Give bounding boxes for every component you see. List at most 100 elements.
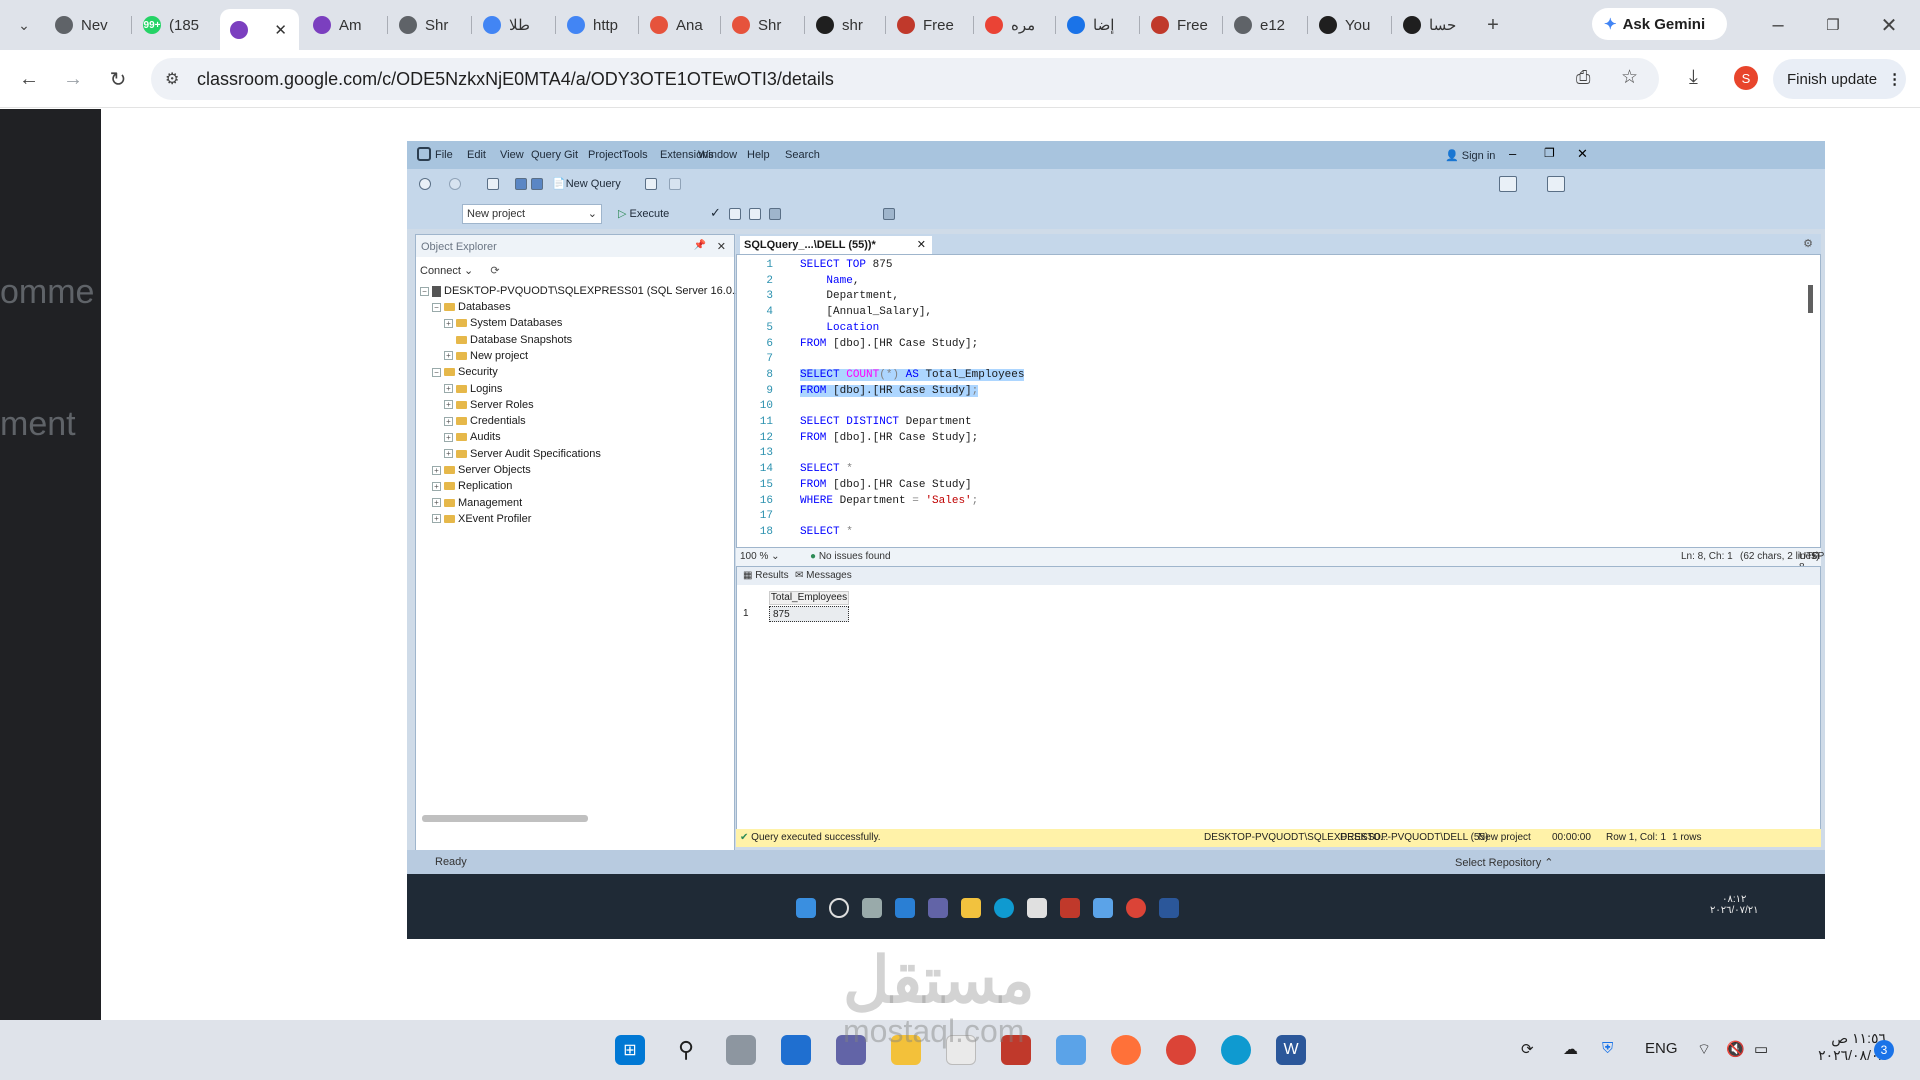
pin-icon[interactable]: 📌 [694,240,706,251]
tree-node[interactable]: Database Snapshots [444,334,572,346]
language-indicator[interactable]: ENG [1645,1040,1678,1057]
code-line[interactable]: FROM [dbo].[HR Case Study]; [800,432,978,444]
execute-button[interactable]: ▷ Execute [618,207,669,220]
shield-icon[interactable]: ⛨ [1602,1040,1613,1057]
minimize-button[interactable]: – [1763,10,1793,40]
back-button[interactable]: ← [14,64,44,94]
widgets-icon[interactable] [781,1035,811,1065]
oe-close-icon[interactable]: ✕ [717,240,726,253]
expand-toggle-icon[interactable]: + [444,400,453,410]
results-text-icon[interactable] [883,208,895,220]
sql-editor[interactable]: 1 SELECT TOP 875 2 Name, 3 Department, 4 [An… [736,254,1821,548]
parse-check-icon[interactable]: ✓ [710,205,721,221]
expand-toggle-icon[interactable]: + [444,416,453,426]
editor-vertical-scrollbar[interactable] [1808,285,1813,313]
new-tab-button[interactable]: + [1478,10,1508,40]
select-repository[interactable]: Select Repository ⌃ [1455,856,1554,869]
word-icon[interactable]: W [1276,1035,1306,1065]
tab-search-button[interactable]: ⌄ [9,10,39,40]
tree-node[interactable]: + Credentials [444,415,526,427]
ssms-screenshot[interactable]: File Edit View Query Git Project Tools Extensio… [407,141,1825,939]
server-node[interactable]: − DESKTOP-PVQUODT\SQLEXPRESS01 (SQL Serve… [420,285,753,297]
edge-icon[interactable] [1221,1035,1251,1065]
code-line[interactable]: SELECT DISTINCT Department [800,416,972,428]
menu-search[interactable]: Search [785,149,820,161]
toolbar-icon-b[interactable] [749,208,761,220]
browser-tab[interactable]: طلا [473,9,553,41]
expand-toggle-icon[interactable]: + [432,514,441,524]
browser-tab[interactable]: Shr [389,9,469,41]
tree-node[interactable]: − Security [432,366,498,378]
toolbar-icon-a[interactable] [729,208,741,220]
new-file-icon[interactable] [487,178,499,190]
tree-node[interactable]: + Replication [432,480,512,492]
browser-tab[interactable]: http [557,9,636,41]
tree-node[interactable]: + New project [444,350,528,362]
expand-toggle-icon[interactable]: + [432,481,441,491]
code-line[interactable]: Department, [800,290,899,302]
restore-button[interactable]: ❐ [1818,10,1848,40]
menu-help[interactable]: Help [747,149,770,161]
code-line[interactable]: [Annual_Salary], [800,306,932,318]
cloud-off-icon[interactable]: ☁ [1563,1040,1578,1058]
zoom-select[interactable]: 100 % ⌄ [740,551,780,562]
browser-tab[interactable]: Ana [640,9,718,41]
editor-settings-icon[interactable]: ⚙ [1803,237,1813,250]
save-all-icon[interactable] [531,178,543,190]
ssms-close-button[interactable]: ✕ [1577,146,1588,162]
db-select[interactable]: New project ⌄ [462,204,602,224]
ssms-minimize-button[interactable]: – [1509,146,1516,161]
new-query-button[interactable]: 📄New Query [552,177,621,190]
code-line[interactable]: WHERE Department = 'Sales'; [800,495,978,507]
code-line[interactable]: FROM [dbo].[HR Case Study]; [800,384,979,397]
expand-toggle-icon[interactable]: + [432,498,441,508]
column-header[interactable]: Total_Employees [769,591,849,605]
bookmark-star-icon[interactable]: ☆ [1621,66,1638,89]
ask-gemini-button[interactable]: ✦ Ask Gemini [1592,8,1727,40]
browser-tab[interactable]: إضا [1057,9,1137,41]
tree-node[interactable]: − Databases [432,301,511,313]
wifi-icon[interactable]: ⌔ [1697,1040,1711,1059]
finish-update-button[interactable]: Finish update ⋮ [1773,59,1906,99]
task-view-icon[interactable] [726,1035,756,1065]
editor-tab-sqlquery[interactable]: SQLQuery_...\DELL (55))* ✕ [740,236,932,254]
sign-in-link[interactable]: 👤 Sign in [1445,149,1495,162]
chrome-icon[interactable] [1166,1035,1196,1065]
close-window-button[interactable]: ✕ [1874,10,1904,40]
code-line[interactable]: SELECT COUNT(*) AS Total_Employees [800,368,1025,381]
undo-icon[interactable] [645,178,657,190]
browser-tab[interactable]: ✕ [220,9,299,50]
tree-node[interactable]: + Server Roles [444,399,534,411]
omnibox[interactable]: ⚙ classroom.google.com/c/ODE5NzkxNjE0MTA… [151,58,1659,100]
expand-toggle-icon[interactable]: + [444,449,453,459]
start-icon[interactable]: ⊞ [615,1035,645,1065]
close-tab-icon[interactable]: ✕ [274,21,287,39]
expand-toggle-icon[interactable]: + [444,318,453,328]
browser-tab[interactable]: Free [887,9,971,41]
firefox-icon[interactable] [1111,1035,1141,1065]
code-line[interactable]: SELECT * [800,463,853,475]
browser-tab[interactable]: You [1309,9,1389,41]
share-icon[interactable] [1547,176,1565,192]
notification-badge[interactable]: 3 [1874,1040,1894,1060]
expand-toggle-icon[interactable]: − [432,302,441,312]
browser-tab[interactable]: حسا [1393,9,1459,41]
tree-node[interactable]: + Server Objects [432,464,531,476]
solution-explorer-icon[interactable] [1499,176,1517,192]
volume-muted-icon[interactable]: 🔇 [1726,1040,1745,1058]
download-icon[interactable]: ⤓ [1689,66,1698,89]
menu-window[interactable]: Window [698,149,737,161]
clock[interactable]: ١١:٥٦ ص ٢٠٢٦/٠٨/٠٨ [1794,1030,1886,1064]
code-line[interactable]: FROM [dbo].[HR Case Study]; [800,338,978,350]
menu-tools[interactable]: Tools [622,149,648,161]
tree-node[interactable]: + System Databases [444,317,562,329]
ssms-icon[interactable] [1056,1035,1086,1065]
browser-tab[interactable]: shr [806,9,883,41]
tree-node[interactable]: + Audits [444,431,501,443]
browser-tab[interactable]: Am [303,9,385,41]
menu-project[interactable]: Project [588,149,622,161]
battery-icon[interactable]: ▭ [1754,1040,1768,1058]
tree-node[interactable]: + Server Audit Specifications [444,448,601,460]
results-grid-icon[interactable] [769,208,781,220]
sync-icon[interactable]: ⟳ [1521,1040,1534,1058]
